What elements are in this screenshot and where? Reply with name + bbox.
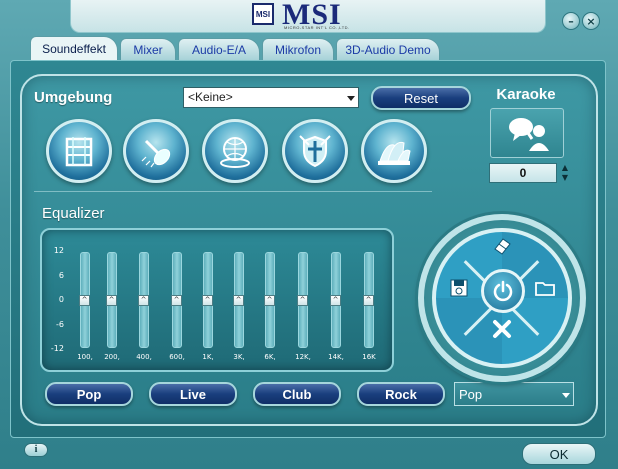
eq-scale-label: -12 xyxy=(50,344,64,353)
eq-slider-knob[interactable]: ^ xyxy=(202,295,213,306)
preset-club-button[interactable]: Club xyxy=(253,382,341,406)
chevron-down-icon xyxy=(562,393,570,398)
opera-house-preset-button[interactable] xyxy=(361,119,427,183)
eq-slider-knob[interactable]: ^ xyxy=(171,295,182,306)
shower-preset-button[interactable] xyxy=(123,119,189,183)
wheel-top-button[interactable] xyxy=(489,233,515,259)
eq-slider-knob[interactable]: ^ xyxy=(106,295,117,306)
eraser-icon xyxy=(494,238,511,255)
karaoke-button[interactable] xyxy=(490,108,564,158)
equalizer-label: Equalizer xyxy=(42,205,105,222)
shower-icon xyxy=(141,139,171,168)
eq-scale-label: 6 xyxy=(58,271,64,280)
environment-selected-value: <Keine> xyxy=(188,90,233,104)
tab-soundeffekt[interactable]: Soundeffekt xyxy=(30,36,118,60)
eq-frequency-label: 14K, xyxy=(328,353,344,361)
eq-slider-knob[interactable]: ^ xyxy=(297,295,308,306)
eq-frequency-label: 16K xyxy=(362,353,376,361)
karaoke-down-arrow-icon[interactable]: ▼ xyxy=(560,173,570,183)
close-button[interactable]: × xyxy=(582,12,600,30)
environment-label: Umgebung xyxy=(34,89,113,106)
eq-frequency-label: 100, xyxy=(77,353,93,361)
chevron-down-icon xyxy=(347,96,355,101)
ok-button[interactable]: OK xyxy=(522,443,596,465)
preset-pop-button[interactable]: Pop xyxy=(45,382,133,406)
section-divider xyxy=(34,191,432,192)
arena-icon xyxy=(299,135,331,168)
eq-frequency-label: 600, xyxy=(169,353,185,361)
info-button[interactable]: i xyxy=(24,443,48,457)
tab-mixer[interactable]: Mixer xyxy=(120,38,176,60)
eq-slider-knob[interactable]: ^ xyxy=(363,295,374,306)
bathroom-icon xyxy=(65,137,93,167)
msi-audio-window: MSI MSI MICRO-STAR INT'L CO.,LTD. – × So… xyxy=(0,0,618,469)
arena-preset-button[interactable] xyxy=(282,119,348,183)
eq-frequency-label: 3K, xyxy=(233,353,245,361)
bathroom-preset-button[interactable] xyxy=(46,119,112,183)
tab-mikrofon[interactable]: Mikrofon xyxy=(262,38,334,60)
karaoke-up-arrow-icon[interactable]: ▲ xyxy=(560,163,570,173)
eq-frequency-label: 6K, xyxy=(264,353,276,361)
eq-scale-label: 12 xyxy=(53,246,64,255)
wheel-right-button[interactable] xyxy=(532,275,558,301)
eq-frequency-label: 200, xyxy=(104,353,120,361)
reset-button[interactable]: Reset xyxy=(371,86,471,110)
eq-frequency-label: 1K, xyxy=(202,353,214,361)
eq-slider-knob[interactable]: ^ xyxy=(330,295,341,306)
minimize-button[interactable]: – xyxy=(562,12,580,30)
karaoke-key-value[interactable]: 0 xyxy=(489,163,557,183)
opera-house-icon xyxy=(378,141,411,165)
wheel-bottom-button[interactable] xyxy=(489,316,515,342)
eq-slider-knob[interactable]: ^ xyxy=(79,295,90,306)
wheel-power-button[interactable] xyxy=(481,269,525,313)
eq-scale-label: -6 xyxy=(56,320,64,329)
stadium-preset-button[interactable] xyxy=(202,119,268,183)
karaoke-label: Karaoke xyxy=(496,86,556,103)
preset-rock-button[interactable]: Rock xyxy=(357,382,445,406)
save-icon xyxy=(450,279,468,297)
eq-slider-knob[interactable]: ^ xyxy=(264,295,275,306)
environment-dropdown[interactable]: <Keine> xyxy=(183,87,359,108)
folder-icon xyxy=(535,282,555,296)
preset-live-button[interactable]: Live xyxy=(149,382,237,406)
eq-preset-dropdown[interactable]: Pop xyxy=(454,382,574,406)
eq-slider-knob[interactable]: ^ xyxy=(138,295,149,306)
wheel-left-button[interactable] xyxy=(446,275,472,301)
eq-frequency-label: 400, xyxy=(136,353,152,361)
karaoke-singer-icon xyxy=(509,118,549,151)
msi-logo-badge: MSI xyxy=(252,3,274,25)
stadium-icon xyxy=(220,137,250,168)
eq-preset-selected-value: Pop xyxy=(459,387,483,402)
tab-3d-audio-demo[interactable]: 3D-Audio Demo xyxy=(336,38,440,60)
delete-icon xyxy=(493,320,511,338)
eq-slider-knob[interactable]: ^ xyxy=(233,295,244,306)
eq-scale-label: 0 xyxy=(58,295,64,304)
eq-frequency-label: 12K, xyxy=(295,353,311,361)
power-icon xyxy=(493,280,513,302)
tab-audio-ea[interactable]: Audio-E/A xyxy=(178,38,260,60)
msi-logo-subtitle: MICRO-STAR INT'L CO.,LTD. xyxy=(284,25,350,30)
